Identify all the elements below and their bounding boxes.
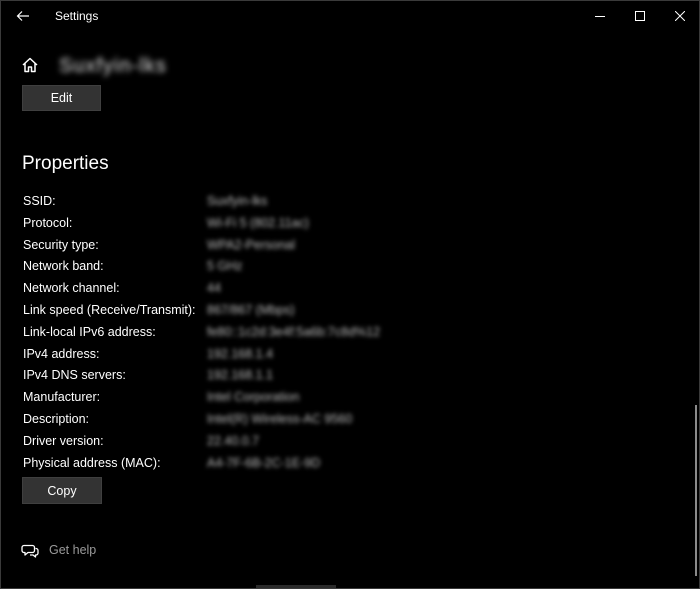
property-value: fe80::1c2d:3e4f:5a6b:7c8d%12 bbox=[207, 324, 381, 339]
network-name-heading: Suxfyin-lks bbox=[59, 55, 167, 77]
property-row: Security type: WPA2-Personal bbox=[23, 235, 623, 257]
property-row: SSID: Suxfyin-lks bbox=[23, 191, 623, 213]
property-row: Physical address (MAC): A4-7F-6B-2C-1E-9D bbox=[23, 453, 623, 475]
property-value: 192.168.1.4 bbox=[207, 346, 274, 361]
property-row: Manufacturer: Intel Corporation bbox=[23, 387, 623, 409]
property-label: IPv4 DNS servers: bbox=[23, 368, 126, 383]
close-icon bbox=[675, 11, 685, 21]
property-label: Security type: bbox=[23, 237, 99, 252]
property-label: Protocol: bbox=[23, 215, 73, 230]
settings-window: Settings Suxfyin-lks Edit Properties SSI… bbox=[0, 0, 700, 589]
property-row: Protocol: Wi-Fi 5 (802.11ac) bbox=[23, 213, 623, 235]
property-label: Network band: bbox=[23, 259, 104, 274]
property-row: IPv4 address: 192.168.1.4 bbox=[23, 344, 623, 366]
property-label: SSID: bbox=[23, 194, 56, 208]
property-value: 44 bbox=[207, 281, 221, 296]
property-value: 22.40.0.7 bbox=[207, 433, 260, 448]
get-help-link[interactable]: Get help bbox=[21, 541, 96, 559]
minimize-icon bbox=[595, 16, 605, 17]
property-row: Link-local IPv6 address: fe80::1c2d:3e4f:… bbox=[23, 322, 623, 344]
bottom-divider bbox=[256, 585, 336, 588]
property-label: Link speed (Receive/Transmit): bbox=[23, 302, 196, 317]
back-arrow-icon bbox=[16, 11, 29, 21]
property-value: 867/867 (Mbps) bbox=[207, 302, 295, 317]
property-label: Link-local IPv6 address: bbox=[23, 324, 156, 339]
property-row: Driver version: 22.40.0.7 bbox=[23, 431, 623, 453]
property-label: Description: bbox=[23, 411, 89, 426]
maximize-icon bbox=[635, 11, 645, 21]
properties-list: SSID: Suxfyin-lks Protocol: Wi-Fi 5 (802.11… bbox=[23, 191, 623, 474]
help-chat-icon bbox=[21, 544, 39, 558]
edit-button[interactable]: Edit bbox=[22, 85, 101, 111]
property-value: Intel(R) Wireless-AC 9560 bbox=[207, 411, 353, 426]
back-button[interactable] bbox=[9, 5, 37, 27]
properties-heading: Properties bbox=[22, 153, 109, 174]
copy-button[interactable]: Copy bbox=[22, 477, 102, 504]
property-label: Manufacturer: bbox=[23, 390, 101, 405]
property-row: IPv4 DNS servers: 192.168.1.1 bbox=[23, 365, 623, 387]
property-label: Network channel: bbox=[23, 281, 120, 296]
property-value: Wi-Fi 5 (802.11ac) bbox=[207, 215, 309, 230]
property-row: Network channel: 44 bbox=[23, 278, 623, 300]
window-title: Settings bbox=[55, 9, 99, 23]
property-value: Suxfyin-lks bbox=[207, 194, 268, 208]
property-value: Intel Corporation bbox=[207, 390, 300, 405]
property-row: Description: Intel(R) Wireless-AC 9560 bbox=[23, 409, 623, 431]
close-button[interactable] bbox=[657, 1, 700, 31]
property-row: Link speed (Receive/Transmit): 867/867 (M… bbox=[23, 300, 623, 322]
property-label: IPv4 address: bbox=[23, 346, 100, 361]
get-help-label: Get help bbox=[49, 543, 97, 557]
property-value: A4-7F-6B-2C-1E-9D bbox=[207, 455, 321, 470]
scrollbar-thumb[interactable] bbox=[695, 405, 697, 576]
home-icon bbox=[22, 57, 38, 73]
home-button[interactable] bbox=[21, 56, 41, 76]
title-bar: Settings bbox=[1, 1, 699, 31]
property-value: 5 GHz bbox=[207, 259, 243, 274]
property-value: 192.168.1.1 bbox=[207, 368, 274, 383]
property-value: WPA2-Personal bbox=[207, 237, 295, 252]
property-label: Driver version: bbox=[23, 433, 104, 448]
property-label: Physical address (MAC): bbox=[23, 455, 161, 470]
property-row: Network band: 5 GHz bbox=[23, 256, 623, 278]
